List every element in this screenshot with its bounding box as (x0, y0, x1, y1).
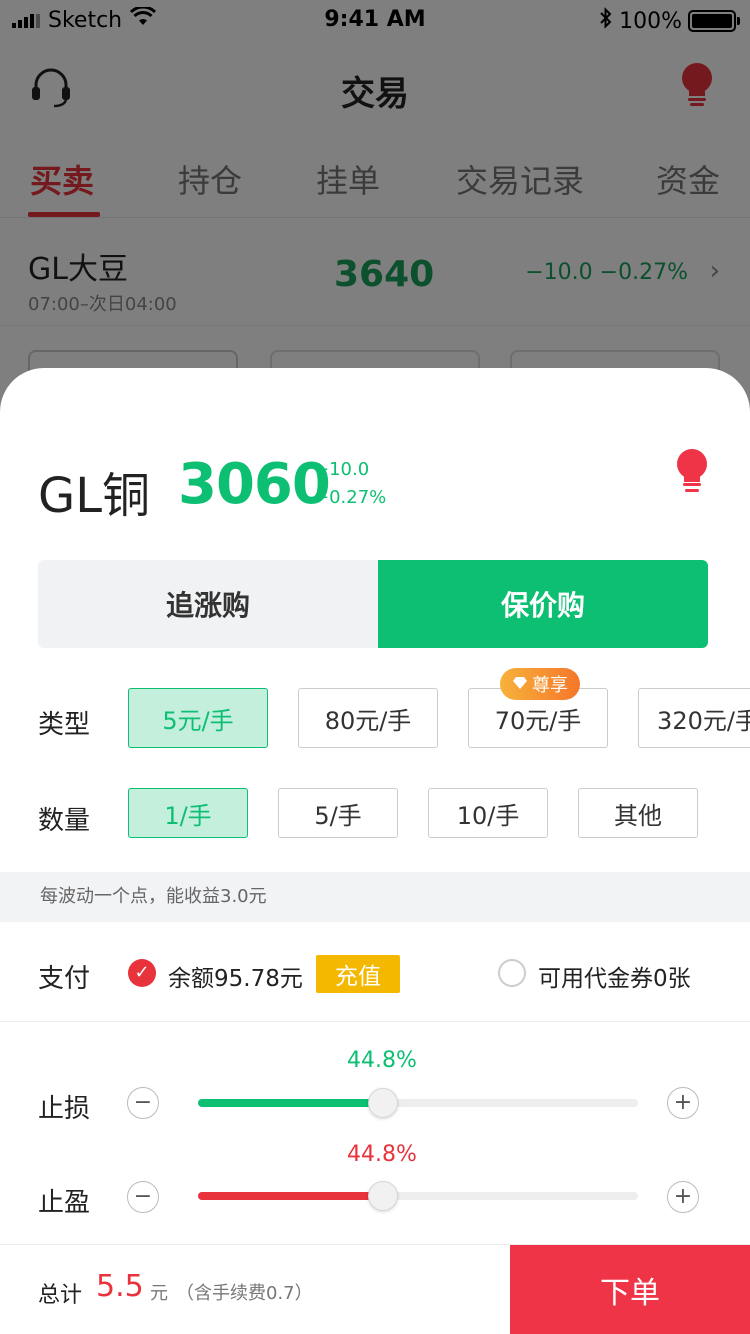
take-profit-plus-button[interactable]: + (667, 1181, 699, 1213)
recharge-button[interactable]: 充值 (316, 955, 400, 993)
stop-loss-fill (198, 1099, 383, 1107)
stop-loss-label: 止损 (38, 1094, 91, 1124)
product-change: −10.0 −0.27% (314, 456, 386, 512)
quantity-option-10[interactable]: 10/手 (428, 788, 548, 838)
product-change-percent: −0.27% (314, 487, 387, 508)
order-sheet: GL铜 3060 −10.0 −0.27% 追涨购 保价购 类型 5元/手 80… (0, 368, 750, 1334)
type-label: 类型 (38, 710, 91, 740)
stop-loss-minus-button[interactable]: − (127, 1087, 159, 1119)
product-change-value: −10.0 (314, 459, 370, 480)
type-option-5[interactable]: 5元/手 (128, 688, 268, 748)
take-profit-label: 止盈 (38, 1188, 91, 1218)
stop-loss-plus-button[interactable]: + (667, 1087, 699, 1119)
stop-loss-percent: 44.8% (347, 1048, 417, 1073)
place-order-button[interactable]: 下单 (510, 1245, 750, 1334)
product-name: GL铜 (38, 468, 150, 524)
vip-badge-label: 尊享 (532, 675, 568, 696)
type-option-80[interactable]: 80元/手 (298, 688, 438, 748)
take-profit-track[interactable] (198, 1192, 638, 1200)
balance-text: 余额95.78元 (168, 966, 303, 992)
total-label: 总计 (38, 1283, 83, 1308)
product-price: 3060 (178, 452, 331, 517)
quantity-option-other[interactable]: 其他 (578, 788, 698, 838)
diamond-icon (512, 674, 528, 695)
voucher-text: 可用代金券0张 (538, 966, 691, 992)
take-profit-fill (198, 1192, 383, 1200)
profit-info: 每波动一个点，能收益3.0元 (0, 872, 750, 922)
stop-loss-handle[interactable] (368, 1088, 398, 1118)
type-option-320[interactable]: 320元/手 (638, 688, 750, 748)
vip-badge: 尊享 (500, 668, 580, 700)
quantity-option-5[interactable]: 5/手 (278, 788, 398, 838)
stop-loss-track[interactable] (198, 1099, 638, 1107)
balance-checkbox[interactable]: ✓ (128, 959, 156, 987)
order-footer: 总计 5.5 元 （含手续费0.7） 下单 (0, 1244, 750, 1334)
total-value: 5.5 (96, 1269, 144, 1304)
quantity-option-1[interactable]: 1/手 (128, 788, 248, 838)
take-profit-minus-button[interactable]: − (127, 1181, 159, 1213)
payment-row: 支付 ✓ 余额95.78元 充值 可用代金券0张 (0, 922, 750, 1022)
payment-label: 支付 (38, 964, 91, 994)
lightbulb-icon[interactable] (674, 448, 710, 496)
total-unit: 元 (150, 1283, 168, 1304)
quantity-label: 数量 (38, 806, 91, 836)
purchase-mode-toggle: 追涨购 保价购 (38, 560, 708, 648)
take-profit-handle[interactable] (368, 1181, 398, 1211)
voucher-checkbox[interactable] (498, 959, 526, 987)
take-profit-percent: 44.8% (347, 1142, 417, 1167)
fee-note: （含手续费0.7） (176, 1283, 313, 1304)
mode-price-protect[interactable]: 保价购 (378, 560, 708, 648)
mode-chase-rise[interactable]: 追涨购 (38, 560, 378, 648)
